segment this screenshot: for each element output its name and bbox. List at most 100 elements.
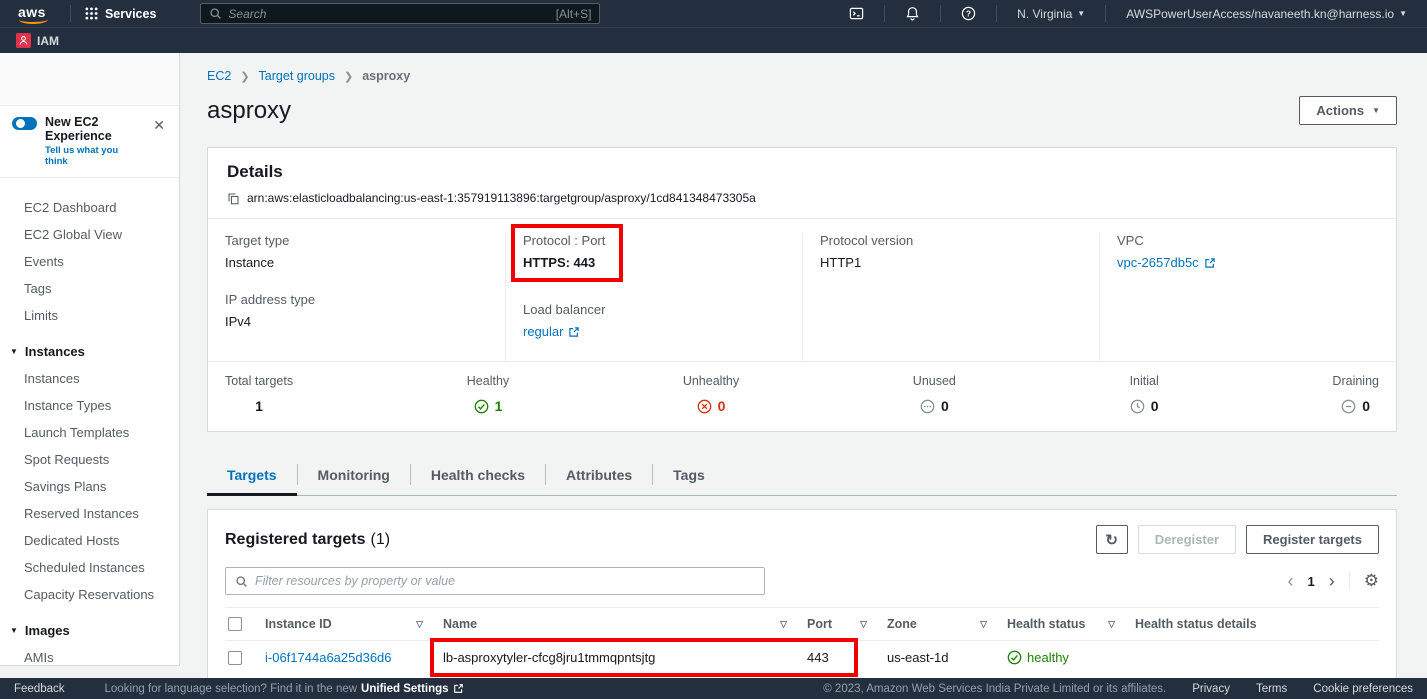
stat-label: Unused bbox=[913, 374, 956, 388]
privacy-link[interactable]: Privacy bbox=[1192, 683, 1230, 695]
sidebar-item-instances[interactable]: Instances bbox=[0, 365, 179, 392]
deregister-button[interactable]: Deregister bbox=[1138, 525, 1236, 554]
svg-text:?: ? bbox=[966, 8, 971, 18]
stat-value: 0 bbox=[1151, 398, 1159, 414]
chevron-down-icon: ▼ bbox=[10, 626, 18, 635]
target-zone-cell: us-east-1d bbox=[877, 641, 997, 674]
iam-service-icon bbox=[16, 33, 31, 48]
chevron-down-icon: ▼ bbox=[1077, 9, 1085, 18]
sidebar-item-tags[interactable]: Tags bbox=[0, 275, 179, 302]
field-vpc: VPC vpc-2657db5c bbox=[1117, 233, 1379, 270]
unified-settings-link[interactable]: Unified Settings bbox=[361, 683, 464, 695]
sidebar-item-spot-requests[interactable]: Spot Requests bbox=[0, 446, 179, 473]
health-status-badge: healthy bbox=[1007, 650, 1069, 665]
registered-targets-panel: Registered targets (1) ↻ Deregister Regi… bbox=[207, 509, 1397, 678]
stat-value: 1 bbox=[495, 398, 503, 414]
section-header-label: Images bbox=[25, 623, 70, 638]
field-value: HTTPS: 443 bbox=[523, 255, 605, 270]
aws-logo[interactable]: aws bbox=[18, 4, 46, 20]
account-menu[interactable]: AWSPowerUserAccess/navaneeth.kn@harness.… bbox=[1116, 7, 1417, 21]
sort-icon[interactable]: ▽ bbox=[780, 619, 787, 630]
external-link-icon bbox=[1204, 257, 1216, 269]
table-header-row: Instance ID ▽ Name ▽ Port ▽ Zone ▽ bbox=[225, 607, 1379, 641]
divider bbox=[996, 5, 997, 22]
vpc-link[interactable]: vpc-2657db5c bbox=[1117, 255, 1216, 270]
filter-field[interactable] bbox=[225, 567, 765, 595]
column-header-name: Name bbox=[443, 617, 477, 631]
bell-icon bbox=[905, 6, 920, 21]
terms-link[interactable]: Terms bbox=[1256, 683, 1287, 695]
filter-input[interactable] bbox=[255, 574, 755, 588]
register-targets-button[interactable]: Register targets bbox=[1246, 525, 1379, 554]
sidebar-item-ec2-dashboard[interactable]: EC2 Dashboard bbox=[0, 194, 179, 221]
load-balancer-link[interactable]: regular bbox=[523, 324, 580, 339]
next-page-button[interactable]: › bbox=[1329, 572, 1335, 590]
tab-health-checks[interactable]: Health checks bbox=[411, 458, 545, 495]
sidebar-item-ec2-global-view[interactable]: EC2 Global View bbox=[0, 221, 179, 248]
check-circle-icon bbox=[474, 399, 489, 414]
stat-label: Unhealthy bbox=[683, 374, 739, 388]
breadcrumb-target-groups[interactable]: Target groups bbox=[259, 69, 335, 83]
sidebar-item-scheduled-instances[interactable]: Scheduled Instances bbox=[0, 554, 179, 581]
field-target-type: Target type Instance bbox=[225, 233, 488, 270]
previous-page-button[interactable]: ‹ bbox=[1288, 572, 1294, 590]
divider bbox=[884, 5, 885, 22]
services-menu-button[interactable]: Services bbox=[81, 7, 160, 21]
chevron-down-icon: ▼ bbox=[1399, 9, 1407, 18]
stat-label: Total targets bbox=[225, 374, 293, 388]
close-icon[interactable]: ✕ bbox=[149, 115, 169, 136]
breadcrumb-ec2[interactable]: EC2 bbox=[207, 69, 231, 83]
cloudshell-button[interactable] bbox=[839, 6, 874, 21]
sidebar-item-reserved-instances[interactable]: Reserved Instances bbox=[0, 500, 179, 527]
sidebar-item-instance-types[interactable]: Instance Types bbox=[0, 392, 179, 419]
sidebar-nav: EC2 Dashboard EC2 Global View Events Tag… bbox=[0, 178, 179, 666]
sidebar-item-savings-plans[interactable]: Savings Plans bbox=[0, 473, 179, 500]
sidebar-item-events[interactable]: Events bbox=[0, 248, 179, 275]
gear-icon[interactable]: ⚙ bbox=[1364, 571, 1379, 591]
refresh-button[interactable]: ↻ bbox=[1096, 525, 1128, 554]
feedback-link[interactable]: Feedback bbox=[14, 683, 65, 695]
tab-targets[interactable]: Targets bbox=[207, 458, 297, 495]
x-circle-icon bbox=[697, 399, 712, 414]
sort-icon[interactable]: ▽ bbox=[416, 619, 423, 630]
help-button[interactable]: ? bbox=[951, 6, 986, 21]
favorite-iam-shortcut[interactable]: IAM bbox=[16, 33, 59, 48]
search-shortcut-hint: [Alt+S] bbox=[556, 7, 592, 21]
sidebar-section-instances[interactable]: ▼ Instances bbox=[0, 338, 179, 365]
global-search[interactable]: [Alt+S] bbox=[200, 3, 600, 24]
targets-table: Instance ID ▽ Name ▽ Port ▽ Zone ▽ bbox=[225, 607, 1379, 674]
sidebar-item-amis[interactable]: AMIs bbox=[0, 644, 179, 666]
chevron-down-icon: ▼ bbox=[1372, 106, 1380, 115]
new-experience-toggle[interactable] bbox=[12, 117, 37, 130]
search-input[interactable] bbox=[228, 7, 549, 21]
tab-attributes[interactable]: Attributes bbox=[546, 458, 652, 495]
field-load-balancer: Load balancer regular bbox=[523, 302, 785, 339]
sort-icon[interactable]: ▽ bbox=[1108, 619, 1115, 630]
page-number[interactable]: 1 bbox=[1308, 574, 1315, 589]
stat-total-targets: Total targets 1 bbox=[225, 374, 293, 414]
select-all-checkbox[interactable] bbox=[228, 617, 242, 631]
breadcrumb-separator: ❯ bbox=[240, 70, 249, 83]
sidebar-item-launch-templates[interactable]: Launch Templates bbox=[0, 419, 179, 446]
notifications-button[interactable] bbox=[895, 6, 930, 21]
region-selector[interactable]: N. Virginia ▼ bbox=[1007, 7, 1095, 21]
tab-monitoring[interactable]: Monitoring bbox=[298, 458, 410, 495]
sort-icon[interactable]: ▽ bbox=[860, 619, 867, 630]
copy-icon[interactable] bbox=[227, 192, 240, 205]
actions-button[interactable]: Actions ▼ bbox=[1299, 96, 1397, 125]
stat-label: Draining bbox=[1332, 374, 1379, 388]
sort-icon[interactable]: ▽ bbox=[980, 619, 987, 630]
instance-id-link[interactable]: i-06f1744a6a25d36d6 bbox=[255, 641, 433, 674]
sidebar-item-capacity-reservations[interactable]: Capacity Reservations bbox=[0, 581, 179, 608]
new-experience-feedback-link[interactable]: Tell us what you think bbox=[45, 145, 141, 167]
sidebar-section-images[interactable]: ▼ Images bbox=[0, 617, 179, 644]
sidebar-item-limits[interactable]: Limits bbox=[0, 302, 179, 329]
search-icon bbox=[209, 7, 222, 20]
divider bbox=[940, 5, 941, 22]
sidebar-item-dedicated-hosts[interactable]: Dedicated Hosts bbox=[0, 527, 179, 554]
dots-circle-icon bbox=[920, 399, 935, 414]
tab-tags[interactable]: Tags bbox=[653, 458, 725, 495]
cookie-preferences-link[interactable]: Cookie preferences bbox=[1313, 683, 1413, 695]
row-checkbox[interactable] bbox=[228, 651, 242, 665]
target-name-cell: lb-asproxytyler-cfcg8jru1tmmqpntsjtg bbox=[433, 641, 797, 674]
